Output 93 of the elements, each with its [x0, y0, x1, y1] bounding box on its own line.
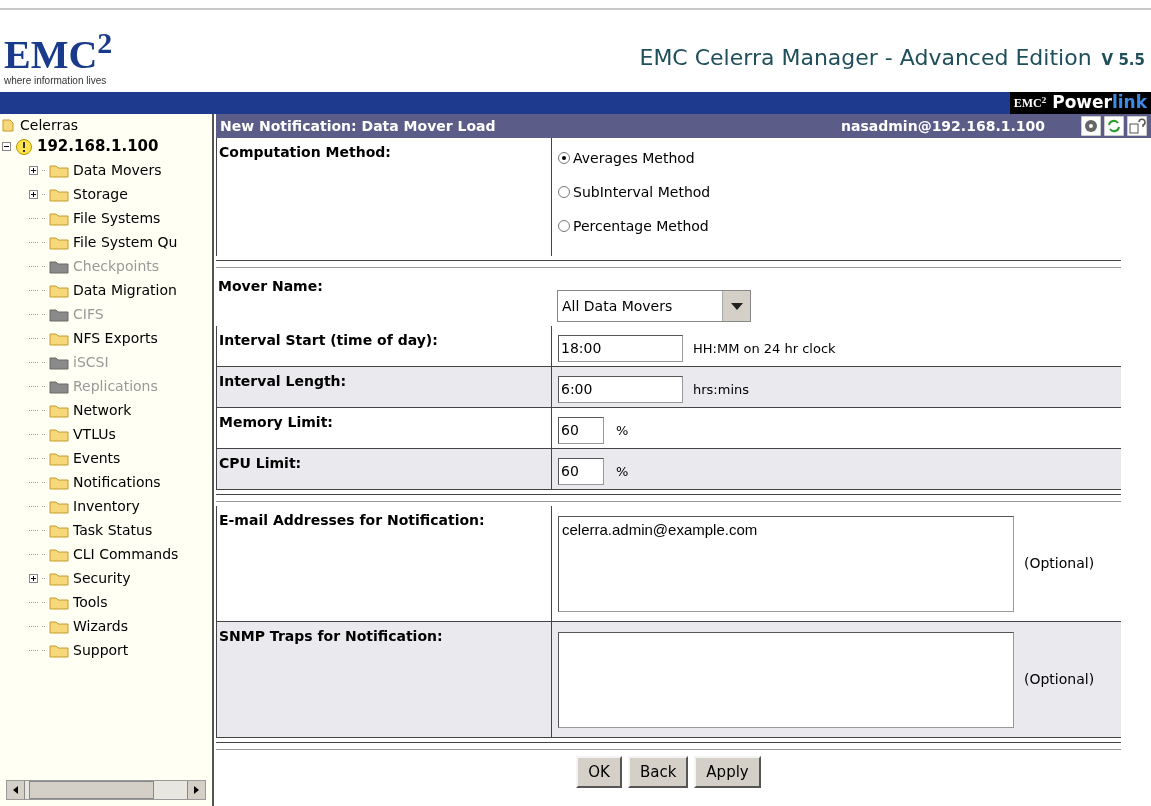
tree-item[interactable]: Tools: [73, 591, 108, 613]
tree-item[interactable]: VTLUs: [73, 423, 116, 445]
tree-item[interactable]: Security: [73, 567, 131, 589]
unit-hint: %: [615, 421, 629, 440]
expand-icon[interactable]: [29, 189, 38, 199]
version-label: V 5.5: [1101, 50, 1145, 71]
gear-icon[interactable]: [1081, 116, 1101, 136]
folder-icon: [49, 306, 69, 322]
powerlink-logo[interactable]: EMC$^{2}$ Powerlink: [1009, 92, 1151, 114]
tree-item[interactable]: Celerras: [20, 115, 79, 136]
tree-item[interactable]: File System Qu: [73, 231, 178, 253]
folder-icon: [49, 498, 69, 514]
form-button[interactable]: Apply: [694, 756, 761, 788]
tree-item[interactable]: Data Movers: [73, 159, 162, 181]
user-label: nasadmin@192.168.1.100: [840, 116, 1046, 136]
expand-icon[interactable]: [29, 573, 38, 583]
folder-icon: [49, 258, 69, 274]
tree-item[interactable]: Storage: [73, 183, 128, 205]
radio-option[interactable]: Percentage Method: [558, 212, 711, 240]
folder-icon: [49, 402, 69, 418]
folder-icon: [49, 378, 69, 394]
radio-button[interactable]: [558, 220, 570, 232]
folder-icon: [49, 234, 69, 250]
field-label: Interval Length:: [217, 367, 552, 407]
powerlink-brand: EMC$^{2}$: [1013, 94, 1047, 112]
tree-item[interactable]: Inventory: [73, 495, 140, 517]
folder-icon: [49, 546, 69, 562]
powerlink-suffix: link: [1111, 91, 1147, 115]
unit-hint: %: [615, 462, 629, 481]
folder-icon: [49, 474, 69, 490]
optional-note: (Optional): [1024, 670, 1095, 689]
folder-icon: [49, 186, 69, 202]
unit-hint: HH:MM on 24 hr clock: [693, 339, 836, 358]
tree-item[interactable]: File Systems: [73, 207, 161, 229]
scroll-thumb[interactable]: [29, 781, 154, 799]
form-button[interactable]: OK: [576, 756, 622, 788]
scroll-right-icon[interactable]: [193, 786, 200, 794]
radio-button[interactable]: [558, 186, 570, 198]
app-title: EMC Celerra Manager - Advanced Edition: [639, 44, 1092, 72]
warning-icon: [15, 137, 33, 156]
expand-icon[interactable]: [29, 165, 38, 175]
input-field[interactable]: 6:00: [558, 376, 683, 403]
tree-item[interactable]: Task Status: [73, 519, 153, 541]
powerlink-word: Power: [1052, 91, 1112, 115]
input-field[interactable]: 18:00: [558, 335, 683, 362]
dropdown[interactable]: All Data Movers: [557, 290, 751, 322]
form-button[interactable]: Back: [627, 756, 689, 788]
folder-icon: [49, 570, 69, 586]
unit-hint: hrs:mins: [693, 380, 750, 399]
tree-item[interactable]: Notifications: [73, 471, 161, 493]
tree-item[interactable]: Wizards: [73, 615, 129, 637]
field-label: Interval Start (time of day):: [217, 326, 552, 366]
radio-option[interactable]: SubInterval Method: [558, 178, 711, 206]
optional-note: (Optional): [1024, 554, 1095, 573]
refresh-icon[interactable]: [1104, 116, 1124, 136]
folder-icon: [49, 330, 69, 346]
tree-item[interactable]: Support: [73, 639, 129, 661]
dropdown-arrow-icon[interactable]: [730, 302, 743, 310]
folder-icon: [49, 450, 69, 466]
tree-item[interactable]: CLI Commands: [73, 543, 179, 565]
folder-icon: [49, 162, 69, 178]
scroll-left-icon[interactable]: [12, 786, 19, 794]
input-field[interactable]: 60: [558, 417, 604, 444]
folder-icon: [49, 522, 69, 538]
field-label: Computation Method:: [217, 138, 552, 256]
tree-item[interactable]: Events: [73, 447, 121, 469]
field-label: CPU Limit:: [217, 449, 552, 489]
folder-icon: [49, 618, 69, 634]
text-area[interactable]: [558, 632, 1014, 728]
tree-item[interactable]: NFS Exports: [73, 327, 158, 349]
text-area[interactable]: celerra.admin@example.com: [558, 516, 1014, 612]
tagline: where information lives: [4, 74, 108, 88]
folder-icon: [49, 426, 69, 442]
folder-icon: [49, 210, 69, 226]
folder-icon: [49, 282, 69, 298]
field-label: Mover Name:: [217, 277, 324, 296]
tree-item[interactable]: Data Migration: [73, 279, 177, 301]
field-label: E-mail Addresses for Notification:: [217, 506, 552, 621]
tree-item[interactable]: Network: [73, 399, 132, 421]
tree-item[interactable]: 192.168.1.100: [37, 135, 159, 158]
folder-icon: [2, 119, 14, 132]
help-icon[interactable]: [1127, 116, 1147, 136]
input-field[interactable]: 60: [558, 458, 604, 485]
collapse-icon[interactable]: [2, 142, 11, 151]
field-label: SNMP Traps for Notification:: [217, 622, 552, 737]
radio-button[interactable]: [558, 152, 570, 164]
horizontal-scrollbar[interactable]: [6, 780, 206, 800]
field-label: Memory Limit:: [217, 408, 552, 448]
folder-icon: [49, 642, 69, 658]
page-title: New Notification: Data Mover Load: [220, 116, 497, 136]
folder-icon: [49, 594, 69, 610]
radio-option[interactable]: Averages Method: [558, 144, 711, 172]
folder-icon: [49, 354, 69, 370]
